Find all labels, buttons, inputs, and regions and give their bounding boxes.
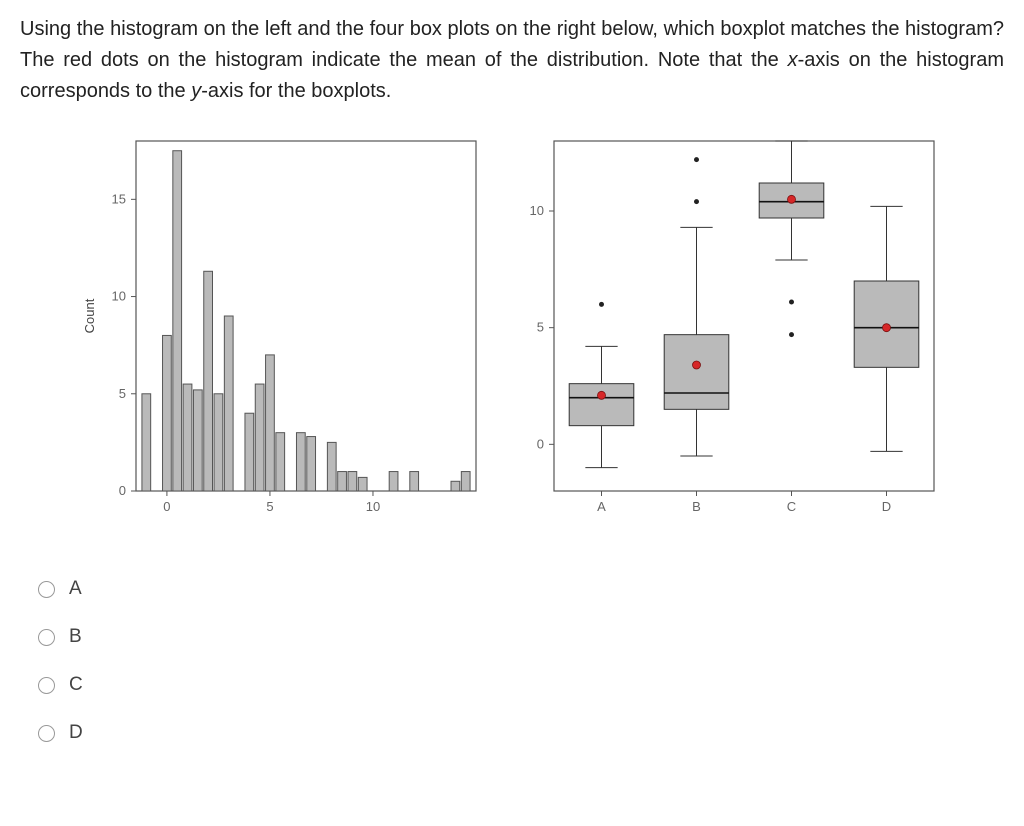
svg-text:5: 5 bbox=[119, 386, 126, 401]
radio-icon bbox=[38, 725, 55, 742]
radio-icon bbox=[38, 629, 55, 646]
svg-text:0: 0 bbox=[119, 483, 126, 498]
option-b[interactable]: B bbox=[38, 613, 1004, 661]
svg-text:5: 5 bbox=[266, 499, 273, 514]
svg-text:Count: Count bbox=[82, 298, 97, 333]
option-label: B bbox=[69, 626, 82, 648]
svg-text:C: C bbox=[787, 499, 796, 514]
radio-icon bbox=[38, 581, 55, 598]
radio-icon bbox=[38, 677, 55, 694]
svg-text:A: A bbox=[597, 499, 606, 514]
option-label: A bbox=[69, 578, 82, 600]
charts-row: 0 5 10 15 0 5 10 Count 0 5 10 A B C D bbox=[76, 131, 1004, 531]
svg-text:0: 0 bbox=[537, 436, 544, 451]
option-a[interactable]: A bbox=[38, 565, 1004, 613]
svg-text:0: 0 bbox=[163, 499, 170, 514]
option-c[interactable]: C bbox=[38, 661, 1004, 709]
answer-options: A B C D bbox=[38, 565, 1004, 757]
option-d[interactable]: D bbox=[38, 709, 1004, 757]
svg-text:10: 10 bbox=[530, 203, 544, 218]
histogram-chart: 0 5 10 15 0 5 10 Count bbox=[76, 131, 486, 531]
svg-text:5: 5 bbox=[537, 320, 544, 335]
svg-text:10: 10 bbox=[112, 289, 126, 304]
question-text: Using the histogram on the left and the … bbox=[20, 14, 1004, 107]
option-label: C bbox=[69, 674, 83, 696]
option-label: D bbox=[69, 722, 83, 744]
boxplot-chart: 0 5 10 A B C D bbox=[504, 131, 944, 531]
svg-text:D: D bbox=[882, 499, 891, 514]
svg-text:10: 10 bbox=[366, 499, 380, 514]
svg-text:B: B bbox=[692, 499, 701, 514]
svg-text:15: 15 bbox=[112, 191, 126, 206]
